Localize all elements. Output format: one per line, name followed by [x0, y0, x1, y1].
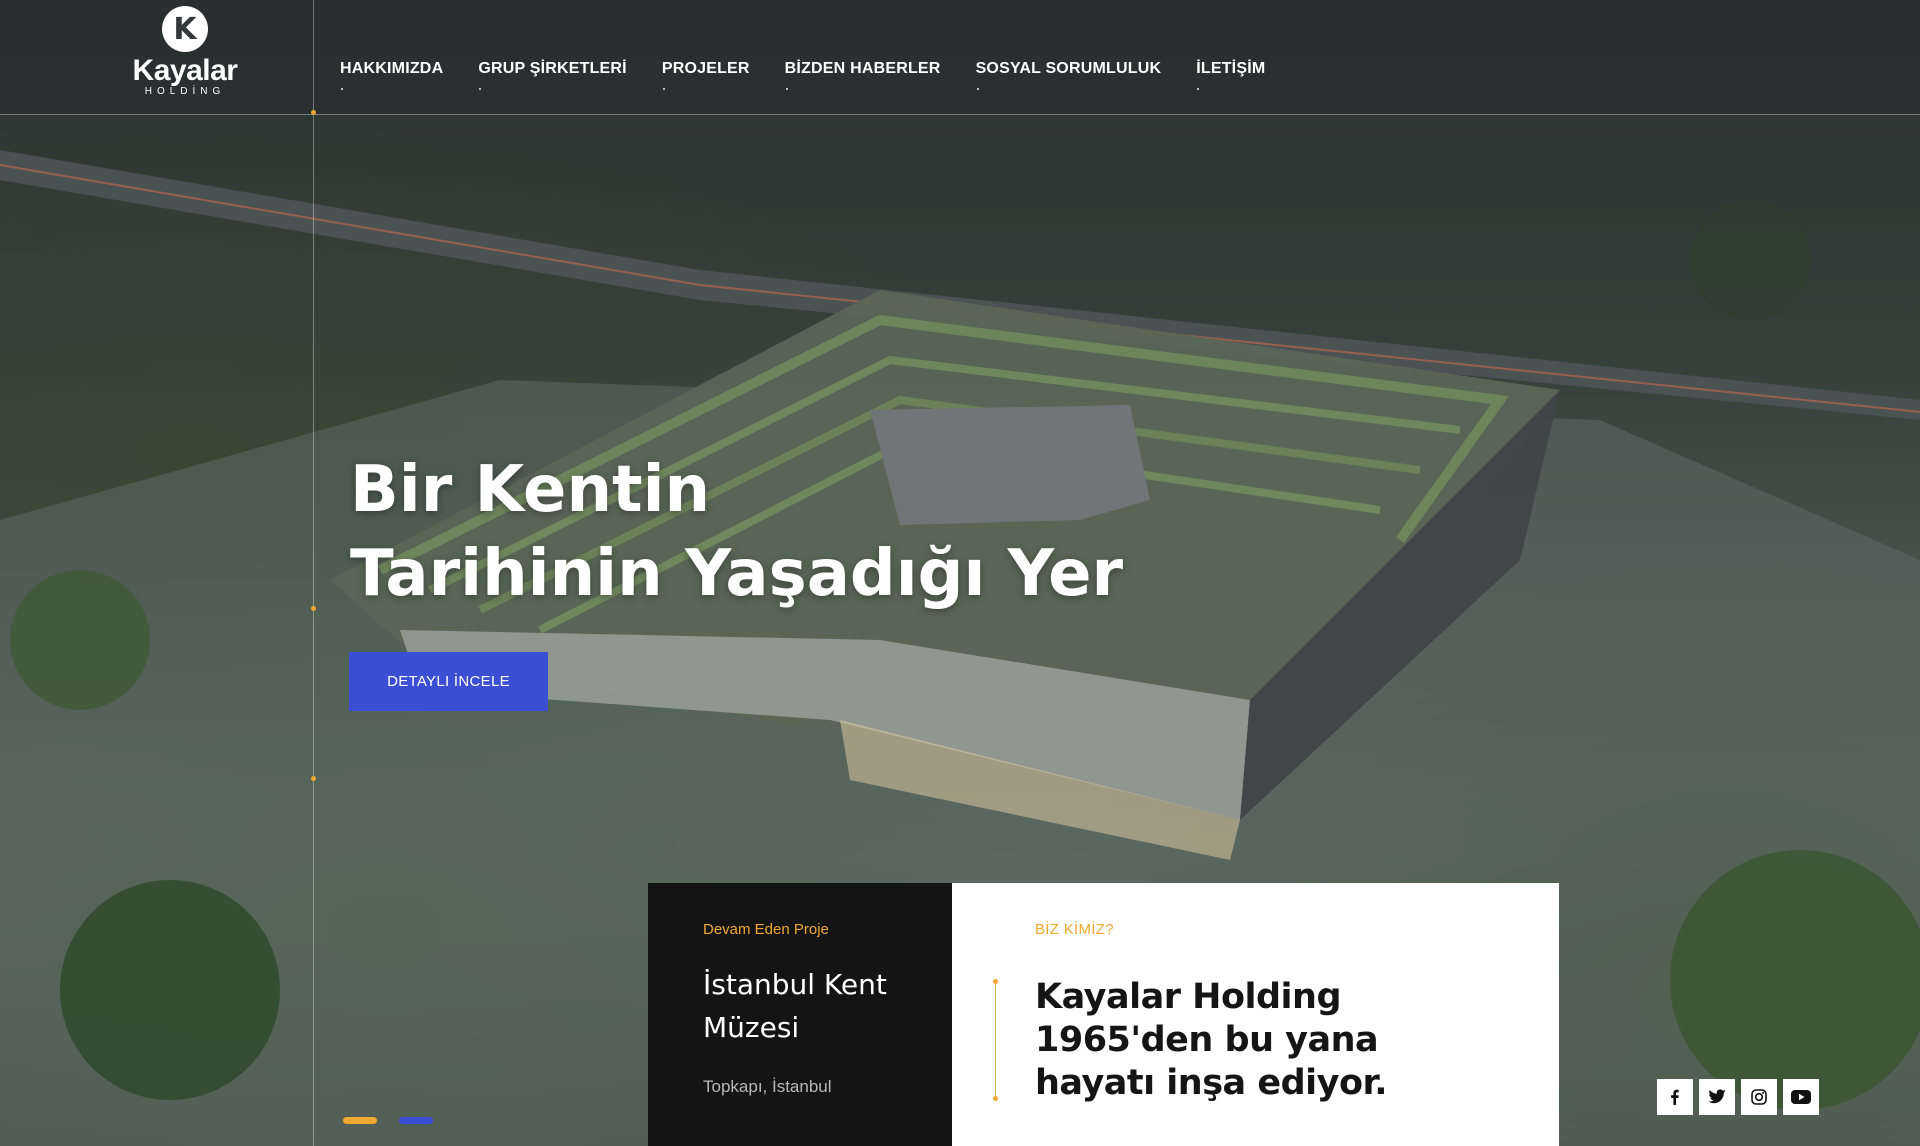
- nav-item-bizden-haberler[interactable]: BİZDEN HABERLER: [785, 60, 941, 90]
- facebook-icon[interactable]: [1657, 1079, 1693, 1115]
- slider-dot-2[interactable]: [399, 1117, 433, 1124]
- slider-dot-1[interactable]: [343, 1117, 377, 1124]
- nav-item-iletisim[interactable]: İLETİŞİM: [1196, 60, 1265, 90]
- details-button[interactable]: DETAYLI İNCELE: [349, 652, 548, 711]
- about-accent-line: [995, 981, 996, 1099]
- slider-pagination: [343, 1117, 433, 1124]
- project-card[interactable]: Devam Eden Proje İstanbul Kent Müzesi To…: [648, 883, 952, 1146]
- instagram-icon[interactable]: [1741, 1079, 1777, 1115]
- project-tag: Devam Eden Proje: [703, 921, 829, 938]
- divider-dot: [311, 776, 316, 781]
- about-tag: BİZ KİMİZ?: [1035, 921, 1114, 938]
- about-title: Kayalar Holding 1965'den bu yana hayatı …: [1035, 977, 1388, 1103]
- nav-item-hakkimizda[interactable]: HAKKIMIZDA: [340, 60, 443, 90]
- logo-name: Kayalar: [132, 54, 238, 87]
- about-accent-dot: [993, 979, 998, 984]
- hero-title-line2: Tarihinin Yaşadığı Yer: [350, 537, 1124, 611]
- nav-item-grup-sirketleri[interactable]: GRUP ŞİRKETLERİ: [478, 60, 627, 90]
- project-location: Topkapı, İstanbul: [703, 1077, 832, 1096]
- project-title: İstanbul Kent Müzesi: [703, 968, 887, 1044]
- hero-title: Bir Kentin Tarihinin Yaşadığı Yer: [350, 448, 1123, 616]
- social-links: [1657, 1079, 1819, 1115]
- divider-dot: [311, 606, 316, 611]
- brand-logo[interactable]: K Kayalar HOLDİNG: [126, 6, 244, 97]
- hero-title-line1: Bir Kentin: [350, 453, 711, 527]
- divider-dot: [311, 110, 316, 115]
- main-navigation: HAKKIMIZDA GRUP ŞİRKETLERİ PROJELER BİZD…: [340, 60, 1265, 90]
- header-divider: [0, 114, 1920, 115]
- youtube-icon[interactable]: [1783, 1079, 1819, 1115]
- logo-mark-icon: K: [162, 6, 208, 52]
- about-accent-dot: [993, 1096, 998, 1101]
- nav-item-projeler[interactable]: PROJELER: [662, 60, 750, 90]
- header-overlay: [0, 0, 1920, 114]
- nav-item-sosyal-sorumluluk[interactable]: SOSYAL SORUMLULUK: [976, 60, 1162, 90]
- logo-letter: K: [173, 11, 197, 47]
- vertical-divider: [313, 0, 314, 1146]
- about-card: BİZ KİMİZ? Kayalar Holding 1965'den bu y…: [952, 883, 1559, 1146]
- twitter-icon[interactable]: [1699, 1079, 1735, 1115]
